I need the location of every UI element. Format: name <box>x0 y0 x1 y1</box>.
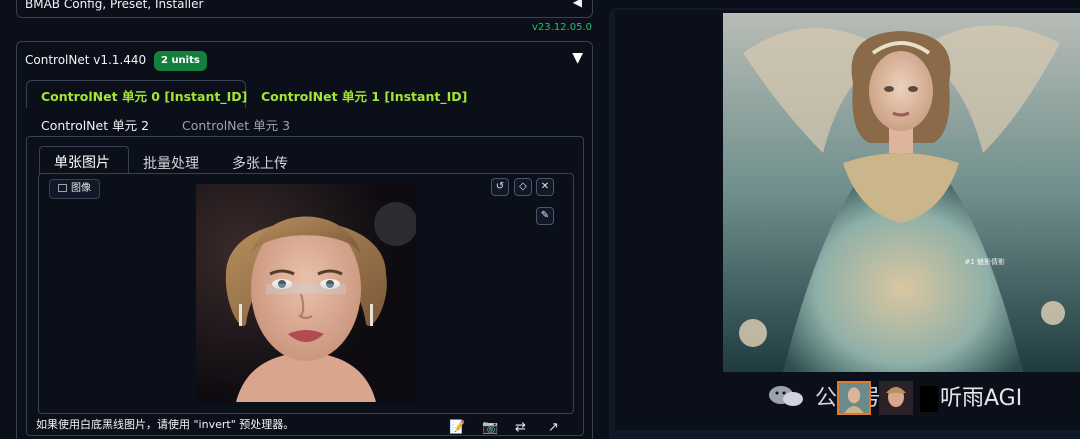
expand-toggle-icon[interactable]: ▼ <box>572 50 583 66</box>
image-label-text: 图像 <box>71 183 91 194</box>
units-badge: 2 units <box>154 51 207 71</box>
collapse-arrow-icon[interactable]: ◀ <box>573 0 582 9</box>
send-arrow-icon[interactable]: ↗ <box>548 420 559 435</box>
brush-icon[interactable]: ✎ <box>536 207 554 225</box>
thumbnail-2[interactable] <box>879 381 913 415</box>
wechat-icon <box>769 386 803 406</box>
eraser-icon[interactable]: ◇ <box>514 178 532 196</box>
tab-unit-3[interactable]: ControlNet 单元 3 <box>182 115 290 134</box>
image-label: 图像 <box>49 179 100 199</box>
gallery-panel: #1 魅影倩影 <box>615 10 1080 430</box>
image-caption: #1 魅影倩影 <box>964 258 1005 266</box>
thumbnail-3[interactable] <box>920 386 938 412</box>
unit-panel: 单张图片 批量处理 多张上传 图像 ↺ ◇ ✕ ✎ <box>26 136 584 436</box>
image-icon <box>58 184 67 192</box>
thumbnail-1[interactable] <box>837 381 871 415</box>
controlnet-accordion: ControlNet v1.1.440 2 units ▼ ControlNet… <box>16 41 593 439</box>
tab-unit-0[interactable]: ControlNet 单元 0 [Instant_ID] <box>26 80 247 108</box>
tab-multi-upload[interactable]: 多张上传 <box>232 153 288 173</box>
tab-unit-1[interactable]: ControlNet 单元 1 [Instant_ID] <box>261 86 467 105</box>
invert-hint: 如果使用白底黑线图片，请使用 "invert" 预处理器。 <box>36 418 295 431</box>
tab-single-image[interactable]: 单张图片 <box>39 146 129 174</box>
close-icon[interactable]: ✕ <box>536 178 554 196</box>
tab-batch[interactable]: 批量处理 <box>143 153 199 173</box>
input-face-photo <box>196 184 416 402</box>
image-upload-area[interactable]: 图像 ↺ ◇ ✕ ✎ <box>38 173 574 414</box>
version-label: v23.12.05.0 <box>532 22 592 33</box>
swap-icon[interactable]: ⇄ <box>515 420 526 435</box>
controlnet-title[interactable]: ControlNet v1.1.440 <box>25 53 146 67</box>
edit-icon[interactable]: 📝 <box>449 420 465 435</box>
output-gallery: #1 魅影倩影 <box>609 8 1080 439</box>
tab-unit-2[interactable]: ControlNet 单元 2 <box>41 115 149 134</box>
bmab-accordion-header[interactable]: BMAB Config, Preset, Installer ◀ <box>16 0 593 18</box>
watermark-text-right: 听雨AGI <box>940 386 1023 411</box>
controlnet-column: BMAB Config, Preset, Installer ◀ v23.12.… <box>0 0 606 439</box>
undo-icon[interactable]: ↺ <box>491 178 509 196</box>
generated-image[interactable]: #1 魅影倩影 <box>723 13 1080 372</box>
bmab-title: BMAB Config, Preset, Installer <box>25 0 204 11</box>
camera-icon[interactable]: 📷 <box>482 420 498 435</box>
